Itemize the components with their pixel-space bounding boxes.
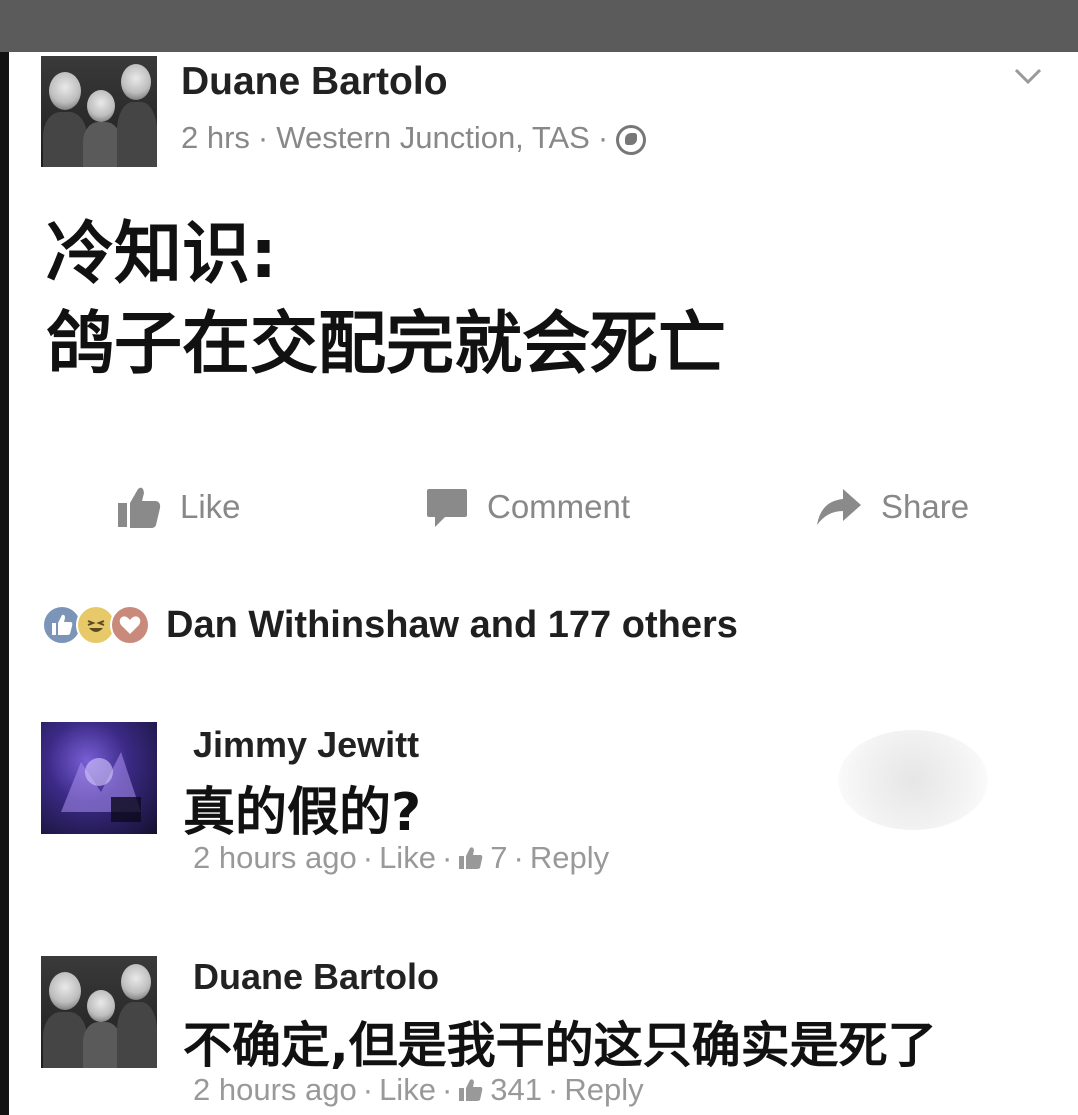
comment-like-count: 7 [490,840,508,875]
like-label: Like [180,488,241,525]
meta-separator: · [362,1072,374,1107]
comment-like-button[interactable]: Like [379,1072,436,1108]
left-edge [0,52,9,1115]
post-text: 冷知识: 鸽子在交配完就会死亡 [46,210,726,390]
meta-separator: · [548,1072,559,1107]
comment-text: 真的假的? [183,783,422,843]
comment-time[interactable]: 2 hours ago [193,840,357,876]
thumbs-up-icon [458,846,484,870]
meta-separator: · [441,840,453,875]
post-text-line: 鸽子在交配完就会死亡 [46,305,727,384]
post-time[interactable]: 2 hrs [181,120,250,156]
commenter-avatar[interactable] [41,722,157,834]
comment-text: 不确定,但是我干的这只确实是死了 [183,1017,937,1074]
share-button[interactable]: Share [815,480,969,534]
comment-time[interactable]: 2 hours ago [193,1072,357,1108]
commenter-avatar[interactable] [41,956,157,1068]
comment-reply-button[interactable]: Reply [564,1072,643,1108]
post-author-avatar[interactable] [41,56,157,167]
top-bar [0,0,1078,52]
comment-like-button[interactable]: Like [379,840,436,876]
comment-reply-button[interactable]: Reply [530,840,609,876]
reactions-label[interactable]: Dan Withinshaw and 177 others [166,604,738,647]
post-author-name[interactable]: Duane Bartolo [181,60,448,104]
comment-like-count: 341 [490,1072,542,1107]
love-reaction-icon [110,605,150,645]
blurred-area [838,730,988,830]
reactions-summary[interactable]: Dan Withinshaw and 177 others [42,600,738,650]
meta-separator: · [441,1072,453,1107]
comment-author-name[interactable]: Duane Bartolo [193,956,439,998]
thumbs-up-icon [116,485,162,529]
meta-separator: · [257,120,269,155]
like-button[interactable]: Like [116,480,241,534]
post-location[interactable]: Western Junction, TAS [276,120,590,156]
comment-meta: 2 hours ago · Like · 341 · Reply [193,1072,644,1108]
comment-button[interactable]: Comment [425,480,630,534]
post-text-line: 冷知识: [46,215,278,294]
thumbs-up-icon [458,1078,484,1102]
post-meta: 2 hrs · Western Junction, TAS · [181,120,647,156]
comment-bubble-icon [425,485,469,529]
meta-separator: · [513,840,524,875]
share-arrow-icon [815,487,863,527]
chevron-down-icon[interactable] [1014,66,1042,86]
comment-meta: 2 hours ago · Like · 7 · Reply [193,840,609,876]
globe-icon [616,125,647,155]
share-label: Share [881,488,970,525]
meta-separator: · [362,840,374,875]
comment-label: Comment [487,488,631,525]
comment-author-name[interactable]: Jimmy Jewitt [193,724,419,766]
meta-separator: · [597,120,609,155]
